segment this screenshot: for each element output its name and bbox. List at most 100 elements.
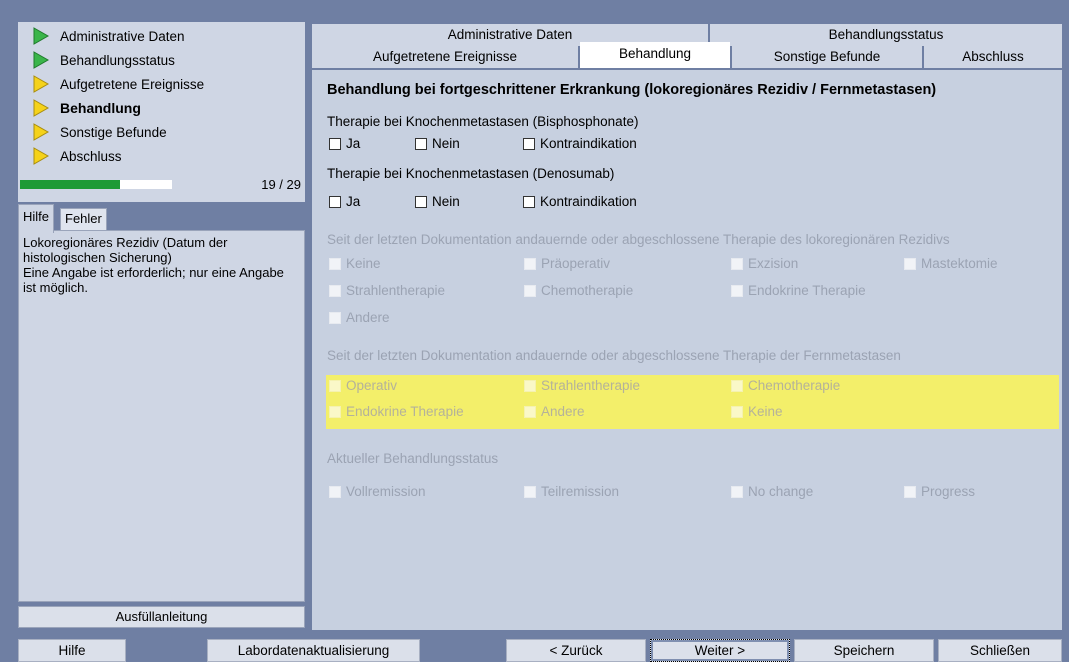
checkbox-box[interactable] (329, 195, 341, 208)
section-title: Behandlung bei fortgeschrittener Erkrank… (327, 82, 937, 98)
checkbox-label: Teilremission (541, 484, 620, 499)
zurueck-button[interactable]: < Zurück (506, 639, 646, 662)
checkbox-label: Andere (541, 404, 585, 419)
checkbox-bisphosphonate-ja[interactable]: Ja (329, 136, 360, 151)
schliessen-button[interactable]: Schließen (938, 639, 1062, 662)
checkbox-fernmetastasen-operativ[interactable]: Operativ (329, 378, 397, 393)
checkbox-bisphosphonate-nein[interactable]: Nein (415, 136, 460, 151)
checkbox-box[interactable] (523, 195, 535, 208)
checkbox-label: Nein (432, 194, 460, 209)
checkbox-box[interactable] (329, 311, 341, 324)
checkbox-lokoregionaer-andere[interactable]: Andere (329, 310, 390, 325)
checkbox-status-vollremission[interactable]: Vollremission (329, 484, 426, 499)
tab-behandlungsstatus[interactable]: Behandlungsstatus (710, 24, 1062, 46)
checkbox-status-teilremission[interactable]: Teilremission (524, 484, 619, 499)
checkbox-fernmetastasen-chemotherapie[interactable]: Chemotherapie (731, 378, 840, 393)
checkbox-denosumab-kontraindikation[interactable]: Kontraindikation (523, 194, 637, 209)
checkbox-box[interactable] (329, 485, 341, 498)
checkbox-box[interactable] (524, 257, 536, 270)
section-tabs: Administrative Daten Behandlungsstatus A… (312, 22, 1062, 70)
nav-item-label: Sonstige Befunde (60, 124, 167, 140)
checkbox-label: Keine (748, 404, 783, 419)
checkbox-label: Kontraindikation (540, 194, 637, 209)
checkbox-box[interactable] (329, 405, 341, 418)
progress-bar (20, 180, 172, 189)
checkbox-box[interactable] (524, 379, 536, 392)
checkbox-lokoregionaer-keine[interactable]: Keine (329, 256, 381, 271)
checkbox-box[interactable] (904, 485, 916, 498)
labordatenaktualisierung-button[interactable]: Labordatenaktualisierung (207, 639, 420, 662)
progress-fill (20, 180, 120, 189)
checkbox-box[interactable] (524, 485, 536, 498)
checkbox-box[interactable] (731, 485, 743, 498)
checkbox-box[interactable] (524, 284, 536, 297)
yellow-triangle-icon (33, 123, 50, 141)
checkbox-box[interactable] (415, 137, 427, 150)
section-navigation: Administrative Daten Behandlungsstatus A… (18, 22, 305, 202)
speichern-button[interactable]: Speichern (794, 639, 934, 662)
nav-item-label: Behandlung (60, 100, 141, 116)
checkbox-status-no-change[interactable]: No change (731, 484, 813, 499)
checkbox-denosumab-nein[interactable]: Nein (415, 194, 460, 209)
nav-item-label: Behandlungsstatus (60, 52, 175, 68)
required-field-highlight (326, 375, 1059, 429)
tab-hilfe[interactable]: Hilfe (18, 204, 55, 233)
checkbox-box[interactable] (329, 257, 341, 270)
nav-item-behandlung[interactable]: Behandlung (32, 97, 141, 119)
checkbox-fernmetastasen-andere[interactable]: Andere (524, 404, 585, 419)
nav-item-behandlungsstatus[interactable]: Behandlungsstatus (32, 49, 175, 71)
checkbox-label: Kontraindikation (540, 136, 637, 151)
ausfuellanleitung-button[interactable]: Ausfüllanleitung (18, 606, 305, 628)
checkbox-box[interactable] (524, 405, 536, 418)
checkbox-box[interactable] (329, 284, 341, 297)
form-content: Behandlung bei fortgeschrittener Erkrank… (312, 70, 1062, 630)
checkbox-lokoregionaer-praeoperativ[interactable]: Präoperativ (524, 256, 610, 271)
question-denosumab-label: Therapie bei Knochenmetastasen (Denosuma… (327, 166, 615, 181)
progress-indicator: 19 / 29 (18, 177, 305, 193)
nav-item-administrative-daten[interactable]: Administrative Daten (32, 25, 185, 47)
checkbox-label: Exzision (748, 256, 799, 271)
weiter-button[interactable]: Weiter > (650, 639, 790, 662)
checkbox-fernmetastasen-keine[interactable]: Keine (731, 404, 783, 419)
checkbox-box[interactable] (329, 137, 341, 150)
checkbox-fernmetastasen-strahlentherapie[interactable]: Strahlentherapie (524, 378, 640, 393)
checkbox-fernmetastasen-endokrine-therapie[interactable]: Endokrine Therapie (329, 404, 464, 419)
checkbox-label: No change (748, 484, 814, 499)
checkbox-box[interactable] (523, 137, 535, 150)
tab-fehler[interactable]: Fehler (60, 208, 107, 231)
hilfe-button[interactable]: Hilfe (18, 639, 126, 662)
tab-abschluss[interactable]: Abschluss (924, 46, 1062, 68)
checkbox-lokoregionaer-exzision[interactable]: Exzision (731, 256, 798, 271)
yellow-triangle-icon (33, 75, 50, 93)
checkbox-box[interactable] (731, 405, 743, 418)
checkbox-lokoregionaer-mastektomie[interactable]: Mastektomie (904, 256, 998, 271)
checkbox-label: Ja (346, 194, 361, 209)
help-text-box: Lokoregionäres Rezidiv (Datum der histol… (18, 230, 305, 602)
tab-behandlung[interactable]: Behandlung (580, 42, 730, 68)
question-bisphosphonate-label: Therapie bei Knochenmetastasen (Bisphosp… (327, 114, 639, 129)
checkbox-box[interactable] (904, 257, 916, 270)
checkbox-lokoregionaer-endokrine-therapie[interactable]: Endokrine Therapie (731, 283, 866, 298)
checkbox-label: Strahlentherapie (541, 378, 641, 393)
checkbox-box[interactable] (731, 379, 743, 392)
checkbox-label: Strahlentherapie (346, 283, 446, 298)
nav-item-sonstige-befunde[interactable]: Sonstige Befunde (32, 121, 167, 143)
checkbox-box[interactable] (329, 379, 341, 392)
checkbox-bisphosphonate-kontraindikation[interactable]: Kontraindikation (523, 136, 637, 151)
nav-item-aufgetretene-ereignisse[interactable]: Aufgetretene Ereignisse (32, 73, 204, 95)
checkbox-lokoregionaer-chemotherapie[interactable]: Chemotherapie (524, 283, 633, 298)
checkbox-status-progress[interactable]: Progress (904, 484, 975, 499)
tab-aufgetretene-ereignisse[interactable]: Aufgetretene Ereignisse (312, 46, 578, 68)
checkbox-label: Ja (346, 136, 361, 151)
checkbox-box[interactable] (731, 257, 743, 270)
checkbox-box[interactable] (415, 195, 427, 208)
checkbox-label: Chemotherapie (541, 283, 634, 298)
question-behandlungsstatus-label: Aktueller Behandlungsstatus (327, 451, 499, 466)
checkbox-denosumab-ja[interactable]: Ja (329, 194, 360, 209)
question-lokoregionaer-label: Seit der letzten Dokumentation andauernd… (327, 232, 950, 247)
checkbox-box[interactable] (731, 284, 743, 297)
tab-sonstige-befunde[interactable]: Sonstige Befunde (732, 46, 922, 68)
checkbox-lokoregionaer-strahlentherapie[interactable]: Strahlentherapie (329, 283, 445, 298)
nav-item-label: Aufgetretene Ereignisse (60, 76, 205, 92)
nav-item-abschluss[interactable]: Abschluss (32, 145, 122, 167)
